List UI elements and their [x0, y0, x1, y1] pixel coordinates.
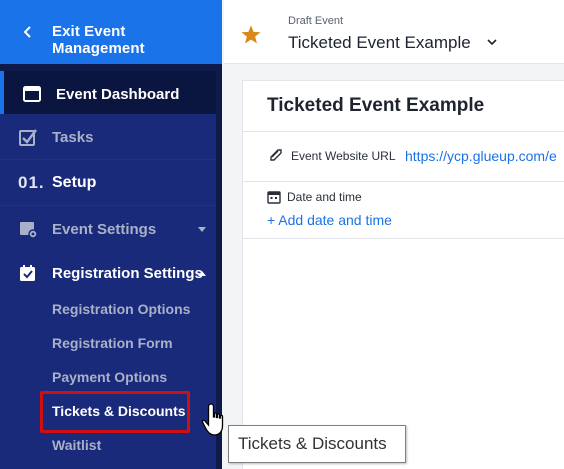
- section-number: 01.: [18, 173, 45, 192]
- chevron-up-icon: [198, 270, 206, 276]
- chevron-left-icon: [23, 26, 31, 38]
- divider: [243, 181, 564, 182]
- exit-event-management-label: Exit Event Management: [52, 23, 145, 57]
- submenu-item-registration-options[interactable]: Registration Options: [52, 301, 190, 317]
- section-label: Setup: [52, 174, 97, 191]
- submenu-item-waitlist[interactable]: Waitlist: [52, 437, 101, 453]
- sidebar-item-label: Tasks: [52, 128, 94, 146]
- sidebar-section-setup: 01. Setup: [0, 160, 216, 206]
- submenu-item-registration-form[interactable]: Registration Form: [52, 335, 173, 351]
- calendar-window-icon: [23, 86, 41, 102]
- event-header: Draft Event Ticketed Event Example: [224, 0, 564, 64]
- event-title-dropdown[interactable]: Ticketed Event Example: [288, 33, 471, 53]
- sidebar-item-registration-settings[interactable]: Registration Settings: [0, 250, 216, 296]
- chevron-down-icon[interactable]: [486, 36, 498, 48]
- divider: [243, 238, 564, 239]
- add-date-and-time-link[interactable]: + Add date and time: [267, 212, 392, 228]
- date-and-time-label: Date and time: [287, 190, 362, 204]
- tooltip: Tickets & Discounts: [228, 425, 406, 463]
- hand-cursor-icon: [201, 403, 224, 436]
- calendar-icon: [267, 191, 281, 204]
- event-website-url-link[interactable]: https://ycp.glueup.com/e: [405, 148, 557, 164]
- checkbox-icon: [19, 129, 37, 146]
- highlight-box: [40, 391, 190, 433]
- event-status-label: Draft Event: [288, 15, 344, 27]
- sidebar: Exit Event Management Event Dashboard Ta…: [0, 0, 222, 469]
- sidebar-item-tasks[interactable]: Tasks: [0, 114, 216, 160]
- sidebar-item-label: Event Dashboard: [56, 85, 180, 103]
- sidebar-item-event-dashboard[interactable]: Event Dashboard: [0, 71, 216, 117]
- chevron-down-icon: [198, 226, 206, 232]
- link-icon: [270, 149, 282, 161]
- exit-event-management-button[interactable]: Exit Event Management: [0, 0, 222, 64]
- event-overview-card: Ticketed Event Example Event Website URL…: [242, 80, 564, 469]
- star-icon[interactable]: [240, 24, 262, 46]
- registration-settings-submenu: Registration Options Registration Form P…: [0, 296, 216, 469]
- event-website-url-label: Event Website URL: [291, 149, 396, 163]
- sidebar-item-label: Event Settings: [52, 220, 157, 238]
- settings-calendar-icon: [20, 222, 38, 239]
- submenu-item-payment-options[interactable]: Payment Options: [52, 369, 167, 385]
- registration-calendar-icon: [20, 265, 35, 281]
- divider: [243, 131, 564, 132]
- card-title: Ticketed Event Example: [267, 95, 485, 116]
- sidebar-item-event-settings[interactable]: Event Settings: [0, 206, 216, 252]
- sidebar-item-label: Registration Settings: [52, 264, 203, 282]
